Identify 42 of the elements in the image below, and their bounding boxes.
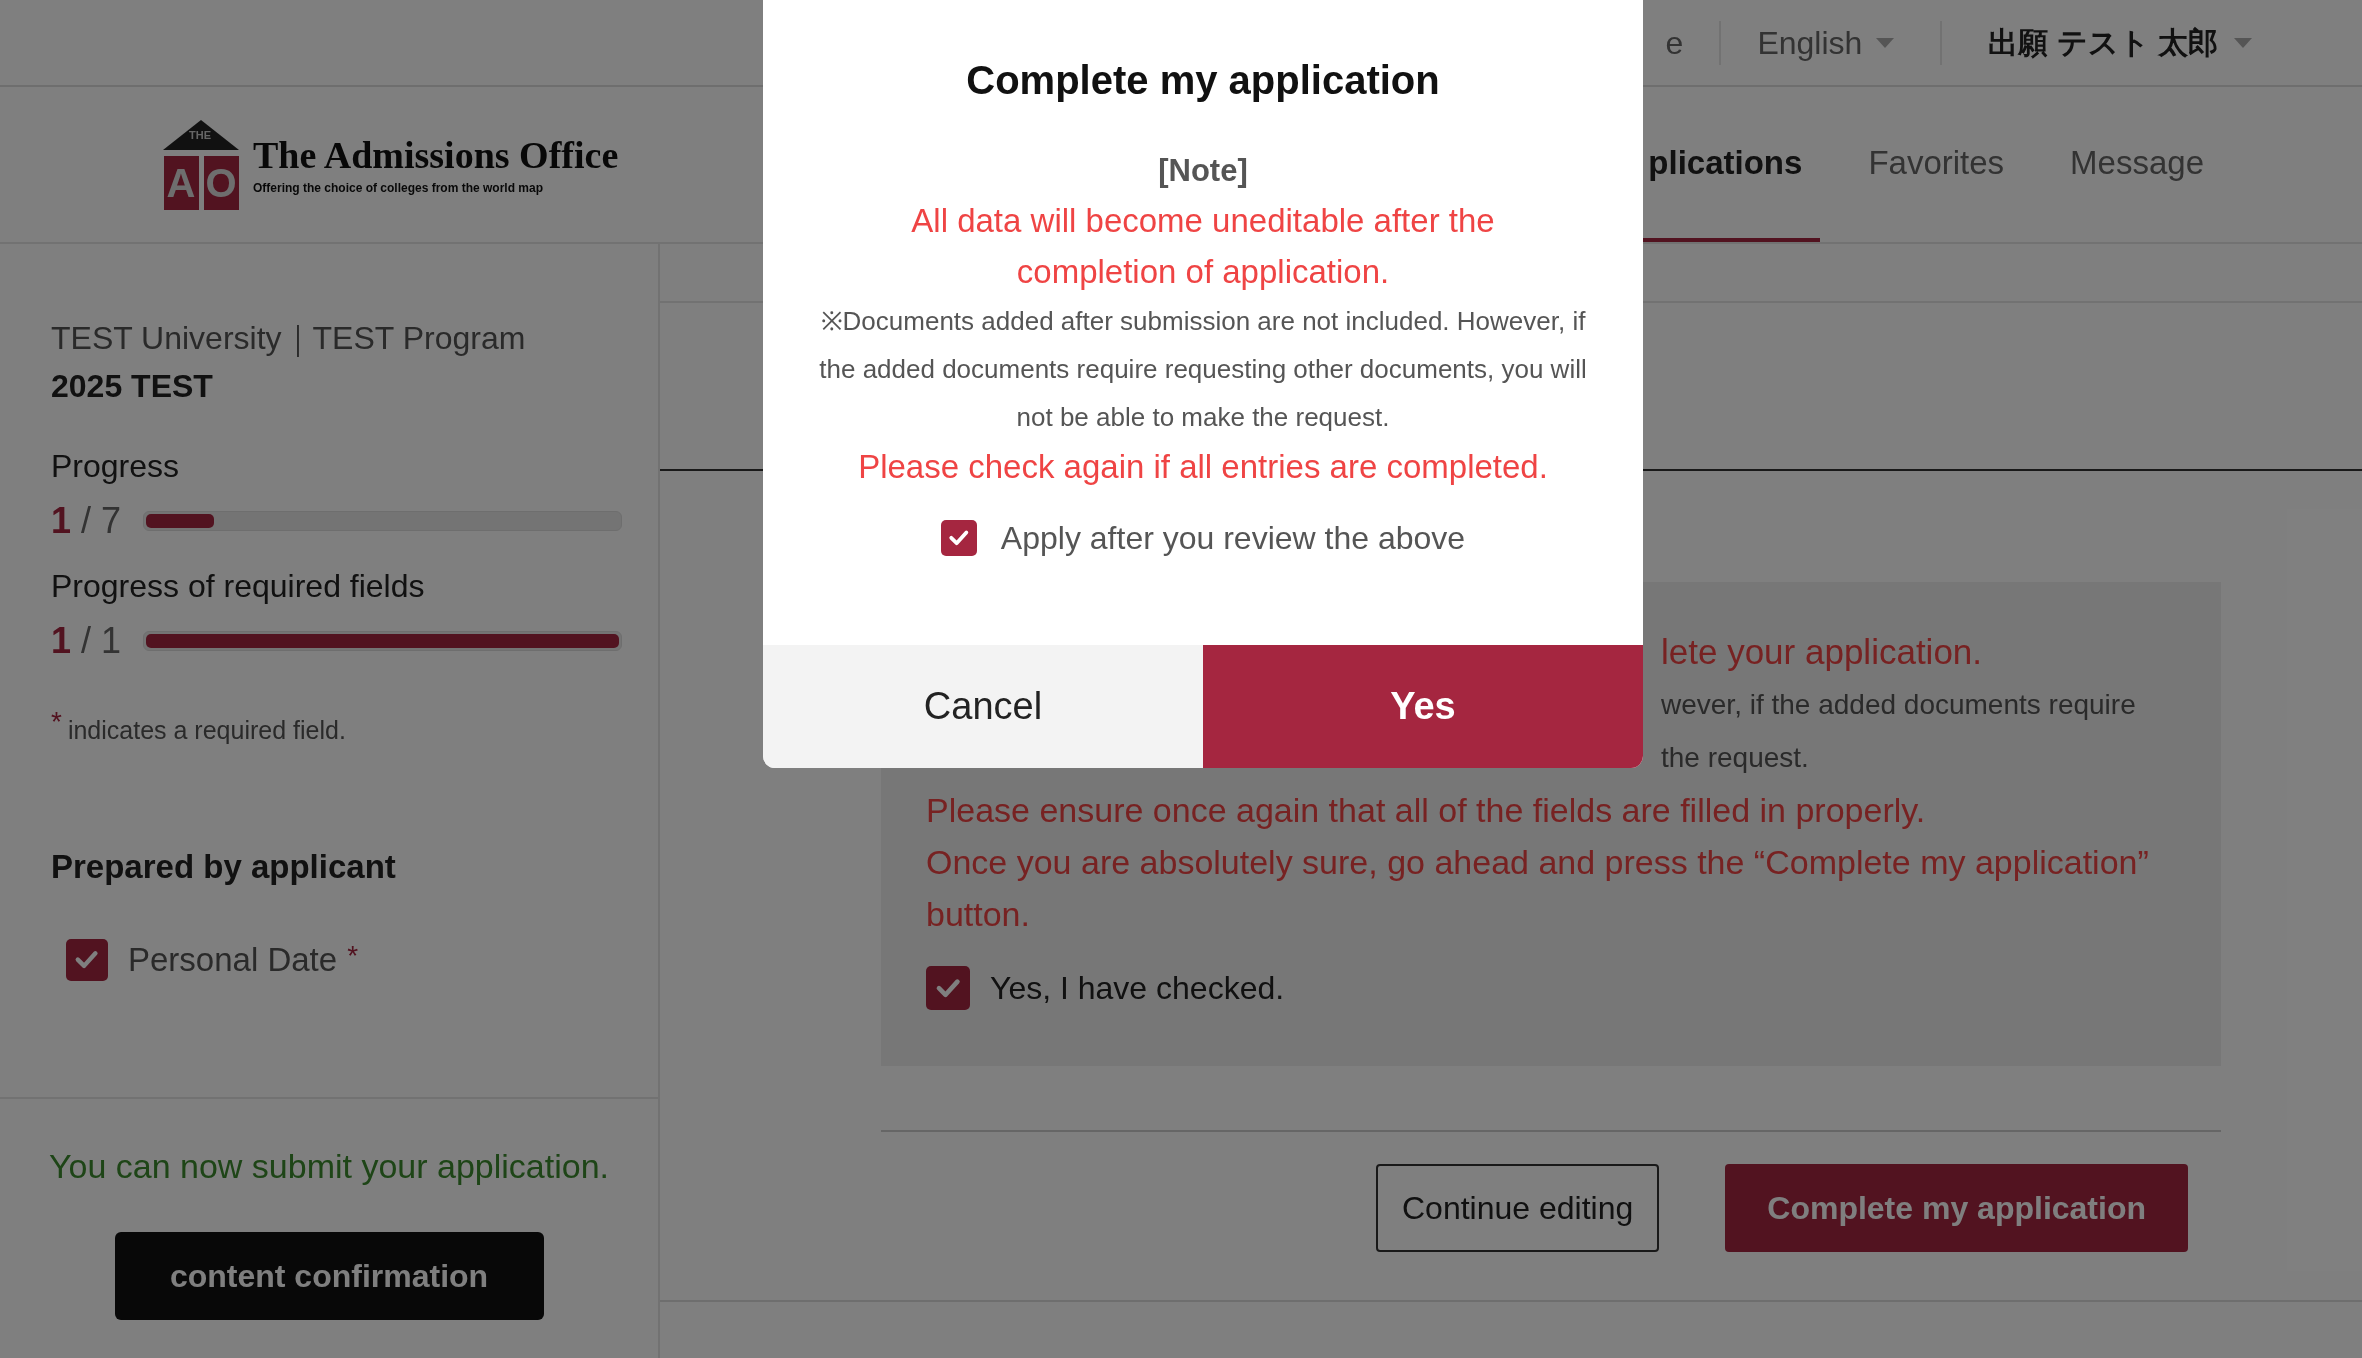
- submit-status: You can now submit your application.: [48, 1146, 610, 1187]
- note-heading: [Note]: [1158, 152, 1248, 190]
- language-dropdown[interactable]: English: [1757, 18, 1895, 67]
- checkbox-label[interactable]: Yes, I have checked.: [990, 964, 1285, 1012]
- caret-icon: [1876, 37, 1895, 48]
- notice-text: lete your application.: [1661, 631, 1984, 673]
- progress-count: 1 / 7: [51, 499, 121, 543]
- checkbox[interactable]: [926, 966, 970, 1010]
- program-year: 2025 TEST: [51, 367, 214, 406]
- nav-tab[interactable]: Message: [2052, 87, 2222, 242]
- dialog-text: ※Documents added after submission are not included. However, if the added documents require requesting other documents, you will not be able to make the request.: [818, 304, 1588, 434]
- user-menu[interactable]: 出願 テスト 太郎: [1988, 20, 2252, 65]
- content-confirmation-button[interactable]: content confirmation: [114, 1232, 544, 1320]
- logo-mark: THE A O: [163, 119, 239, 210]
- header-link[interactable]: e: [1665, 18, 1684, 67]
- progress-title: Progress of required fields: [51, 567, 426, 606]
- yes-button[interactable]: Yes: [1203, 645, 1643, 768]
- caret-icon: [2234, 37, 2252, 48]
- dialog-text: Please check again if all entries are completed.: [858, 446, 1548, 487]
- logo-tagline: Offering the choice of colleges from the world map: [253, 180, 545, 198]
- required-asterisk: *: [51, 708, 62, 736]
- nav-tab[interactable]: Favorites: [1850, 87, 2023, 242]
- required-note: indicates a required field.: [67, 715, 346, 746]
- notice-text: wever, if the added documents require: [1661, 688, 2137, 722]
- dialog-title: Complete my application: [966, 57, 1440, 104]
- checkbox-label[interactable]: Apply after you review the above: [1000, 513, 1466, 562]
- dialog-text: All data will become uneditable after the completion of application.: [910, 200, 1496, 292]
- progress-count: 1 / 1: [51, 619, 121, 663]
- complete-application-button[interactable]: Complete my application: [1725, 1164, 2188, 1252]
- checkbox[interactable]: [940, 519, 977, 556]
- progress-title: Progress: [51, 447, 181, 486]
- cancel-button[interactable]: Cancel: [763, 645, 1203, 768]
- program-name: TEST University｜TEST Program: [51, 319, 527, 359]
- required-asterisk: *: [347, 939, 359, 973]
- notice-text: Once you are absolutely sure, go ahead and press the “Complete my application” button.: [926, 842, 2150, 935]
- notice-text: Please ensure once again that all of the fields are filled in properly.: [926, 790, 1927, 831]
- continue-editing-button[interactable]: Continue editing: [1376, 1164, 1660, 1252]
- logo-title: The Admissions Office: [253, 132, 619, 178]
- notice-text: the request.: [1661, 741, 1810, 775]
- section-title: Prepared by applicant: [51, 846, 397, 887]
- checklist-label[interactable]: Personal Date: [128, 935, 338, 985]
- checkbox[interactable]: [66, 938, 108, 981]
